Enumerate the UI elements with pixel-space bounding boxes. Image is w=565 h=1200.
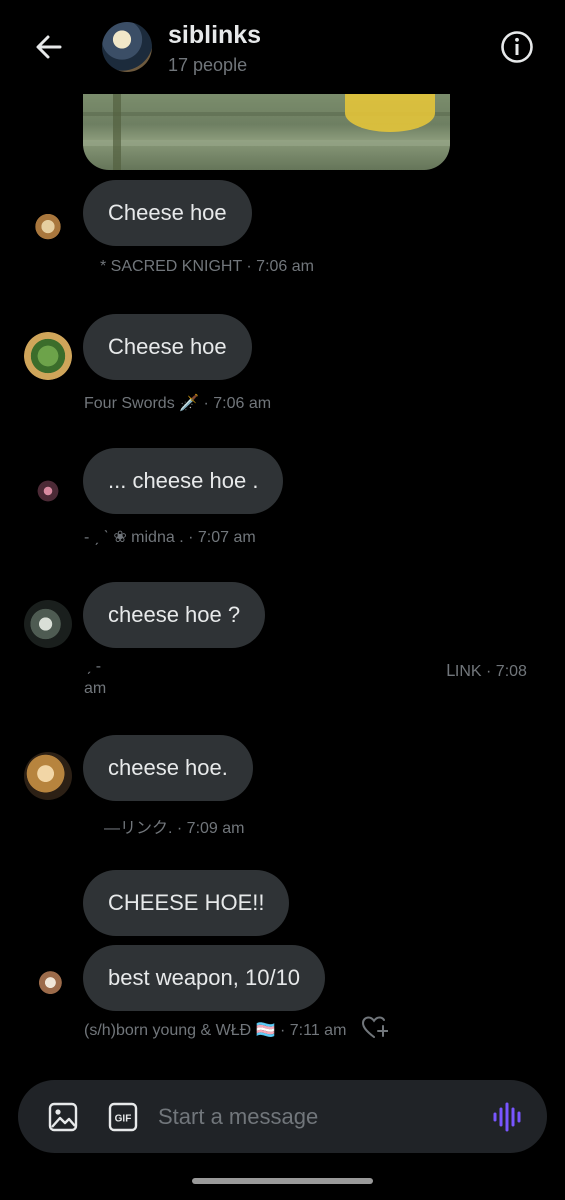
image-icon[interactable] [48,1102,78,1132]
svg-text:GIF: GIF [115,1114,132,1125]
message-meta-left: ˏ - [86,658,102,675]
sender-avatar[interactable] [24,752,72,800]
message-bubble[interactable]: CHEESE HOE!! [83,870,290,936]
group-title[interactable]: siblinks [168,21,261,50]
message-bubble[interactable]: Cheese hoe [83,180,252,246]
info-icon[interactable] [499,29,535,65]
home-indicator[interactable] [192,1178,373,1184]
message-composer: GIF [18,1080,547,1153]
sender-avatar[interactable] [24,600,72,648]
add-reaction-heart-icon[interactable] [362,1016,388,1040]
message-bubble[interactable]: best weapon, 10/10 [83,945,326,1011]
arrow-left-icon[interactable] [30,28,68,66]
message-bubble[interactable]: cheese hoe. [83,735,253,801]
sender-avatar[interactable] [24,205,72,253]
message-meta: —リンク. · 7:09 am [104,820,245,837]
message-meta: (s/h)born young & WŁÐ 🏳️‍⚧️ · 7:11 am [84,1022,347,1039]
media-message-preview[interactable] [83,94,450,170]
message-bubble[interactable]: ... cheese hoe . [83,448,284,514]
sender-avatar[interactable] [24,332,72,380]
conversation-header: siblinks 17 people [0,0,565,94]
message-bubble[interactable]: cheese hoe ? [83,582,266,648]
sender-avatar[interactable] [24,961,72,1009]
voice-waveform-icon[interactable] [492,1101,524,1133]
message-meta: * SACRED KNIGHT · 7:06 am [100,258,314,275]
message-bubble[interactable]: Cheese hoe [83,314,252,380]
message-meta-right: ᒪINK · 7:08 [446,663,527,680]
group-avatar[interactable] [102,22,152,72]
sender-avatar[interactable] [24,467,72,515]
message-meta: Four Swords 🗡️ · 7:06 am [84,395,272,412]
gif-icon[interactable]: GIF [108,1102,138,1132]
message-meta-wrap: am [84,680,107,697]
message-meta: - ˏ ˋ ❀ midna . · 7:07 am [84,529,256,546]
group-member-count: 17 people [168,55,248,75]
message-input[interactable] [158,1098,478,1136]
